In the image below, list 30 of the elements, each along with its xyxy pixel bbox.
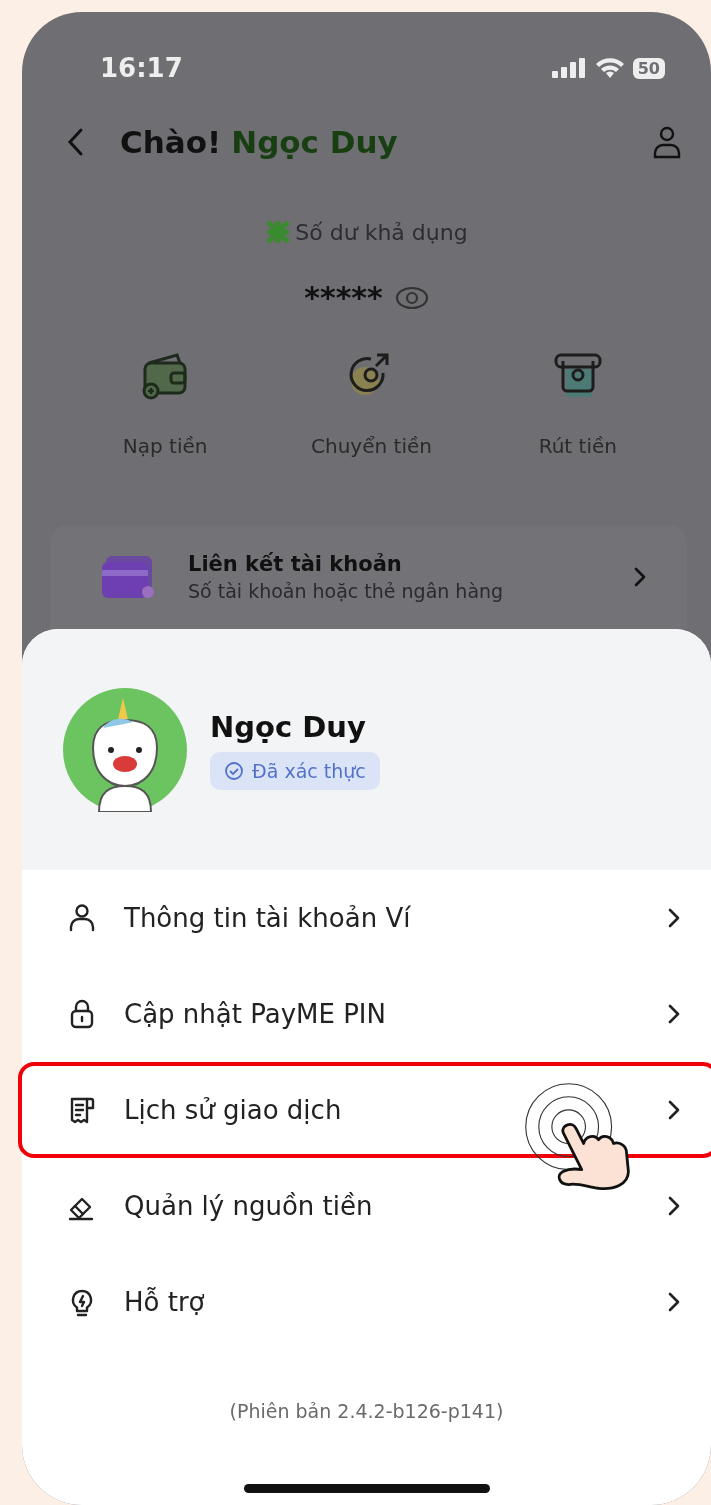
wifi-icon bbox=[594, 57, 625, 79]
menu-item[interactable]: Cập nhật PayME PIN bbox=[66, 998, 386, 1030]
back-icon[interactable] bbox=[66, 127, 84, 157]
menu-item[interactable]: Lịch sử giao dịch bbox=[66, 1094, 342, 1126]
sparkle-icon bbox=[265, 219, 292, 245]
linked-account-title: Liên kết tài khoản bbox=[188, 552, 403, 576]
chevron-right-icon bbox=[667, 1003, 681, 1025]
battery-indicator: 50 bbox=[632, 57, 665, 79]
chevron-right-icon bbox=[667, 1291, 681, 1313]
version-text: (Phiên bản 2.4.2-b126-p141) bbox=[228, 1400, 505, 1422]
linked-account-subtitle: Số tài khoản hoặc thẻ ngân hàng bbox=[188, 580, 505, 602]
check-circle-icon bbox=[224, 760, 244, 781]
eye-icon[interactable] bbox=[394, 284, 429, 310]
balance-value: ***** bbox=[304, 279, 383, 315]
menu-item[interactable]: Quản lý nguồn tiền bbox=[66, 1190, 373, 1222]
status-time: 16:17 bbox=[100, 53, 184, 83]
chevron-right-icon bbox=[667, 907, 681, 929]
person-icon[interactable] bbox=[651, 125, 683, 159]
balance-label: Số dư khả dụng bbox=[295, 219, 468, 245]
chevron-right-icon bbox=[667, 1195, 681, 1217]
user-name: Ngọc Duy bbox=[231, 124, 398, 160]
greeting-text: Chào! bbox=[120, 124, 222, 160]
profile-name: Ngọc Duy bbox=[210, 709, 366, 744]
linked-account-card[interactable]: Liên kết tài khoản Số tài khoản hoặc thẻ ngân hàng bbox=[50, 525, 687, 629]
menu-item[interactable]: Thông tin tài khoản Ví bbox=[66, 902, 411, 934]
chevron-right-icon bbox=[667, 1099, 681, 1121]
signal-icon bbox=[550, 57, 587, 79]
verified-badge: Đã xác thực bbox=[210, 751, 380, 790]
menu-item[interactable]: Hỗ trợ bbox=[66, 1286, 205, 1318]
chevron-right-icon bbox=[633, 566, 647, 588]
